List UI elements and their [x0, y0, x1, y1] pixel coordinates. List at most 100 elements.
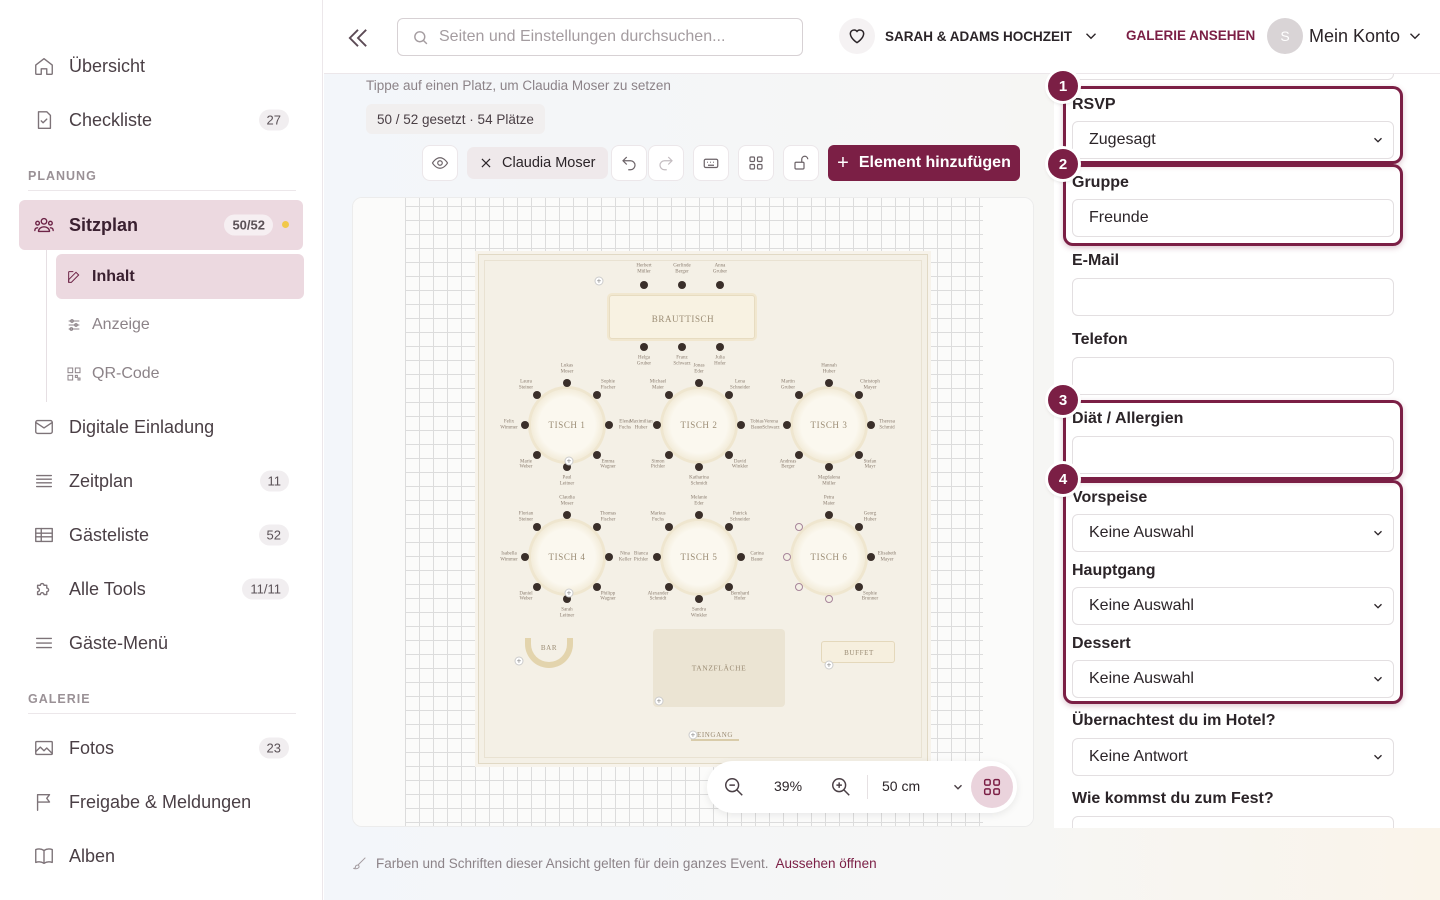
seat[interactable] — [592, 523, 601, 532]
seat[interactable] — [825, 463, 833, 471]
add-seat-icon[interactable]: + — [564, 588, 574, 598]
seat[interactable] — [678, 343, 686, 351]
sidebar-item-checklist[interactable]: Checkliste 27 — [19, 95, 303, 145]
seat[interactable] — [533, 391, 542, 400]
account-menu[interactable]: S Mein Konto — [1267, 18, 1424, 54]
seat[interactable] — [854, 450, 863, 459]
add-seat-icon[interactable]: + — [654, 696, 664, 706]
seat[interactable] — [854, 582, 863, 591]
seat[interactable] — [716, 343, 724, 351]
buffet[interactable]: BUFFET — [821, 641, 895, 663]
travel-select[interactable] — [1072, 816, 1394, 828]
hotel-select[interactable]: Keine Antwort — [1072, 738, 1394, 776]
round-table[interactable]: TISCH 6 — [793, 521, 865, 593]
search-input[interactable]: Seiten und Einstellungen durchsuchen... — [397, 18, 803, 56]
keyboard-button[interactable] — [693, 145, 729, 181]
seat[interactable] — [605, 421, 613, 429]
add-seat-icon[interactable]: + — [594, 276, 604, 286]
seat[interactable] — [533, 582, 542, 591]
seat[interactable] — [592, 391, 601, 400]
seat[interactable] — [716, 281, 724, 289]
seat[interactable] — [563, 511, 571, 519]
bar[interactable]: BAR — [525, 638, 573, 668]
sidebar-item-overview[interactable]: Übersicht — [19, 41, 303, 91]
preview-button[interactable] — [422, 145, 458, 181]
sidebar-item-albums[interactable]: Alben — [19, 831, 303, 881]
sidebar-subitem-qr[interactable]: QR-Code — [56, 351, 304, 397]
seat[interactable] — [724, 523, 733, 532]
seat[interactable] — [521, 553, 529, 561]
add-seat-icon[interactable]: + — [514, 656, 524, 666]
add-element-button[interactable]: + Element hinzufügen — [828, 145, 1020, 181]
empty-seat[interactable] — [825, 595, 833, 603]
round-table[interactable]: TISCH 1 — [531, 389, 603, 461]
add-seat-icon[interactable]: + — [564, 456, 574, 466]
seat[interactable] — [867, 421, 875, 429]
sidebar-item-all-tools[interactable]: Alle Tools 11/11 — [19, 564, 303, 614]
seat[interactable] — [665, 391, 674, 400]
sidebar-item-sharing[interactable]: Freigabe & Meldungen — [19, 777, 303, 827]
seat[interactable] — [795, 391, 804, 400]
seat[interactable] — [640, 281, 648, 289]
seat[interactable] — [783, 421, 791, 429]
empty-seat[interactable] — [783, 553, 791, 561]
seat[interactable] — [605, 553, 613, 561]
seat[interactable] — [533, 450, 542, 459]
grid-size-select[interactable]: 50 cm — [882, 778, 920, 794]
lock-button[interactable] — [783, 145, 819, 181]
head-table[interactable]: BRAUTTISCH — [609, 295, 755, 339]
seat[interactable] — [795, 450, 804, 459]
sidebar-item-invitation[interactable]: Digitale Einladung — [19, 402, 303, 452]
sidebar-item-guest-list[interactable]: Gästeliste 52 — [19, 510, 303, 560]
view-gallery-link[interactable]: GALERIE ANSEHEN — [1126, 28, 1255, 43]
round-table[interactable]: TISCH 4 — [531, 521, 603, 593]
round-table[interactable]: TISCH 3 — [793, 389, 865, 461]
seating-canvas[interactable]: BRAUTTISCH BAR BUFFET TANZFLÄCHE EINGANG… — [352, 197, 1034, 827]
seat[interactable] — [640, 343, 648, 351]
seat[interactable] — [563, 379, 571, 387]
event-selector[interactable]: SARAH & ADAMS HOCHZEIT — [839, 18, 1100, 54]
seat[interactable] — [825, 379, 833, 387]
redo-button[interactable] — [648, 145, 684, 181]
starter-select[interactable]: Keine Auswahl — [1072, 514, 1394, 552]
seat[interactable] — [695, 379, 703, 387]
sidebar-item-photos[interactable]: Fotos 23 — [19, 723, 303, 773]
email-field[interactable] — [1072, 278, 1394, 316]
seat[interactable] — [737, 553, 745, 561]
seat[interactable] — [533, 523, 542, 532]
add-seat-icon[interactable]: + — [824, 660, 834, 670]
seat[interactable] — [665, 582, 674, 591]
grid-toggle-button[interactable] — [971, 766, 1013, 808]
seat[interactable] — [737, 421, 745, 429]
main-course-select[interactable]: Keine Auswahl — [1072, 587, 1394, 625]
seat[interactable] — [678, 281, 686, 289]
seat[interactable] — [592, 450, 601, 459]
seat[interactable] — [521, 421, 529, 429]
zoom-in-button[interactable] — [830, 776, 852, 798]
seat[interactable] — [592, 582, 601, 591]
selected-guest-chip[interactable]: Claudia Moser — [467, 147, 608, 179]
seat[interactable] — [867, 553, 875, 561]
seat[interactable] — [665, 450, 674, 459]
seat[interactable] — [563, 595, 571, 603]
entrance[interactable]: EINGANG — [691, 729, 739, 741]
seat[interactable] — [724, 582, 733, 591]
empty-seat[interactable] — [795, 582, 804, 591]
diet-field[interactable] — [1072, 436, 1394, 474]
group-field[interactable]: Freunde — [1072, 199, 1394, 237]
seat[interactable] — [825, 511, 833, 519]
seat[interactable] — [653, 421, 661, 429]
sidebar-item-guest-menu[interactable]: Gäste-Menü — [19, 618, 303, 668]
seat[interactable] — [854, 523, 863, 532]
previous-field[interactable] — [1072, 74, 1394, 80]
collapse-sidebar-button[interactable] — [344, 24, 372, 52]
dancefloor[interactable]: TANZFLÄCHE — [653, 629, 785, 707]
sidebar-subitem-display[interactable]: Anzeige — [56, 302, 304, 348]
sidebar-item-schedule[interactable]: Zeitplan 11 — [19, 456, 303, 506]
layout-grid-button[interactable] — [738, 145, 774, 181]
seat[interactable] — [724, 450, 733, 459]
close-icon[interactable] — [479, 156, 493, 170]
dessert-select[interactable]: Keine Auswahl — [1072, 660, 1394, 698]
seat[interactable] — [665, 523, 674, 532]
sidebar-item-seating[interactable]: Sitzplan 50/52 — [19, 200, 303, 250]
